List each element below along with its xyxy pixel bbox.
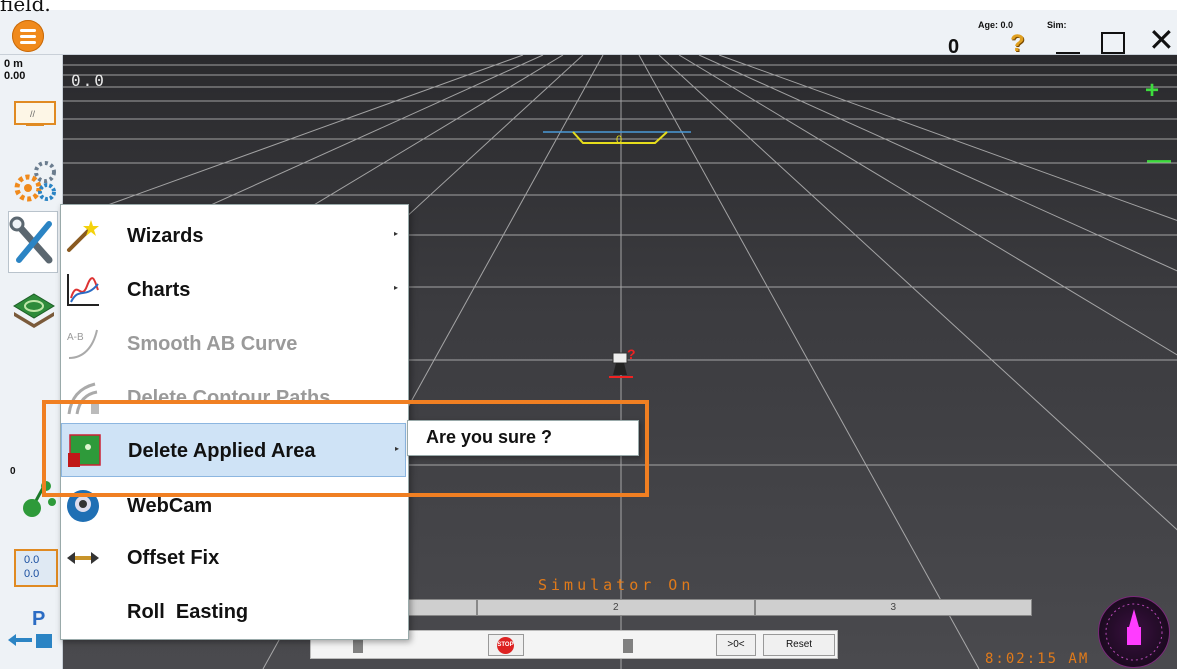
magic-wand-icon (67, 220, 99, 252)
menu-item-label: Roll Easting (127, 601, 249, 623)
section-bar: 1 2 3 (310, 599, 1032, 616)
layers-icon (13, 293, 55, 328)
menu-item-label: Offset Fix (127, 547, 220, 569)
tools-button[interactable] (8, 211, 58, 273)
menu-item-webcam[interactable]: WebCam (61, 479, 406, 533)
simulator-status: Simulator On (538, 576, 695, 594)
offset-value-2: 0.0 (24, 568, 40, 580)
confirm-submenu[interactable]: Are you sure ? (407, 420, 639, 456)
compass-icon[interactable] (1098, 596, 1170, 668)
menu-item-delete-applied-area[interactable]: Delete Applied Area ▸ (61, 423, 406, 477)
zoom-out-button[interactable]: — (1147, 147, 1171, 175)
wrench-screwdriver-icon (9, 216, 53, 264)
center-button[interactable]: >0< (716, 634, 756, 656)
field-display-button[interactable]: // (14, 101, 56, 127)
menu-item-charts[interactable]: Charts ▸ (61, 263, 406, 317)
distance-label: 0 m (4, 58, 23, 70)
zero-label: 0 (10, 466, 16, 477)
tools-dropdown-menu: Wizards ▸ Charts ▸ A-B Smooth AB Curve D… (60, 204, 409, 640)
webcam-icon (67, 490, 99, 522)
park-arrows-icon (8, 634, 52, 648)
submenu-arrow-icon: ▸ (395, 444, 400, 453)
park-button[interactable]: P (6, 608, 58, 658)
page-caption: field. (0, 0, 51, 16)
distance-readout: 0 m 0.00 (4, 58, 25, 82)
age-label: Age: 0.0 (978, 20, 1014, 30)
offset-arrows-icon (67, 552, 99, 564)
stop-button[interactable]: STOP (488, 634, 524, 656)
menu-item-label: Charts (127, 279, 191, 301)
ab-curve-icon: A-B (67, 329, 98, 359)
svg-text:?: ? (627, 346, 636, 362)
menu-item-smooth-ab-curve[interactable]: A-B Smooth AB Curve (61, 317, 406, 371)
minimize-button[interactable] (1056, 52, 1080, 54)
menu-item-label: Wizards (127, 225, 204, 247)
zoom-in-button[interactable]: + (1145, 77, 1159, 105)
park-label: P (32, 608, 46, 630)
menu-item-label: Delete Contour Paths (127, 387, 331, 409)
coordinate-readout: 0.0 (71, 71, 106, 90)
svg-text:A-B: A-B (67, 332, 84, 343)
applied-area-icon (68, 434, 101, 467)
close-button[interactable]: ✕ (1148, 24, 1175, 56)
vehicle-icon: ? (609, 346, 636, 378)
stop-icon: STOP (497, 637, 514, 654)
menu-item-wizards[interactable]: Wizards ▸ (61, 209, 406, 263)
reset-button[interactable]: Reset (763, 634, 835, 656)
question-icon[interactable]: ? (1010, 30, 1025, 58)
chart-icon (67, 274, 99, 306)
menu-item-offset-fix[interactable]: Offset Fix (61, 531, 406, 585)
menu-item-label: Smooth AB Curve (127, 333, 298, 355)
menu-item-delete-contour-paths[interactable]: Delete Contour Paths (61, 371, 406, 425)
hamburger-menu-button[interactable] (12, 20, 44, 52)
clock-readout: 8:02:15 AM (985, 651, 1090, 667)
sim-label: Sim: (1047, 20, 1067, 30)
node-button[interactable] (18, 478, 58, 520)
settings-button[interactable] (14, 160, 58, 204)
section-2[interactable]: 2 (477, 599, 755, 616)
offset-value-1: 0.0 (24, 554, 40, 566)
tractor-compass-glyph (1105, 603, 1163, 661)
submenu-arrow-icon: ▸ (394, 283, 399, 292)
gears-icon (14, 161, 56, 202)
menu-item-label: WebCam (127, 495, 213, 517)
monitor-icon: // (14, 101, 56, 126)
node-icon (23, 481, 56, 517)
field-layers-button[interactable] (12, 290, 56, 330)
contour-icon (67, 382, 99, 415)
steer-slider-handle[interactable] (353, 639, 363, 653)
menu-item-roll-easting[interactable]: Roll Easting (61, 585, 406, 639)
speed-slider-handle[interactable] (623, 639, 633, 653)
maximize-button[interactable] (1101, 32, 1125, 54)
submenu-arrow-icon: ▸ (394, 229, 399, 238)
section-3[interactable]: 3 (754, 599, 1032, 616)
guide-label: 0 (616, 134, 623, 146)
distance-value: 0.00 (4, 70, 26, 82)
top-toolbar: 0 Age: 0.0 Sim: ? ✕ (0, 10, 1177, 58)
svg-text://: // (30, 109, 36, 119)
menu-item-label: Delete Applied Area (128, 440, 316, 462)
offset-display[interactable]: 0.0 0.0 (14, 549, 58, 587)
confirm-label: Are you sure ? (426, 427, 553, 447)
